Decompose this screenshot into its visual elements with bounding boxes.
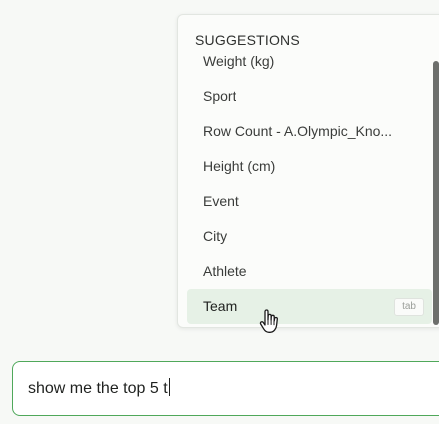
suggestion-label: Weight (kg) [203,53,275,69]
suggestion-item[interactable]: Height (cm) [187,149,432,184]
suggestion-label: Team [203,298,238,314]
suggestion-item[interactable]: Athlete [187,254,432,289]
app-screen: SUGGESTIONS Weight (kg) Sport Row Count … [0,0,439,424]
hand-pointer-icon [259,309,279,335]
suggestion-item[interactable]: City [187,219,432,254]
suggestions-list: Weight (kg) Sport Row Count - A.Olympic_… [187,44,432,324]
suggestion-label: City [203,228,228,244]
suggestion-label: Height (cm) [203,158,276,174]
suggestion-item[interactable]: Sport [187,79,432,114]
suggestion-item[interactable]: Event [187,184,432,219]
suggestions-dropdown: SUGGESTIONS Weight (kg) Sport Row Count … [177,14,439,328]
suggestion-item[interactable]: Weight (kg) [187,44,432,79]
suggestion-label: Sport [203,88,237,104]
text-caret [168,378,170,396]
suggestion-label: Event [203,193,239,209]
query-input-text: show me the top 5 t [28,378,170,398]
suggestion-item[interactable]: Row Count - A.Olympic_Kno... [187,114,432,149]
scrollbar-thumb[interactable] [433,61,439,325]
suggestion-item-highlighted[interactable]: Team tab [187,289,432,324]
query-input[interactable]: show me the top 5 t [12,361,439,416]
query-input-value: show me the top 5 t [28,380,168,397]
suggestions-scrollbar[interactable] [433,61,439,325]
tab-key-hint: tab [394,298,424,316]
suggestion-label: Athlete [203,263,247,279]
suggestion-label: Row Count - A.Olympic_Kno... [203,123,393,139]
